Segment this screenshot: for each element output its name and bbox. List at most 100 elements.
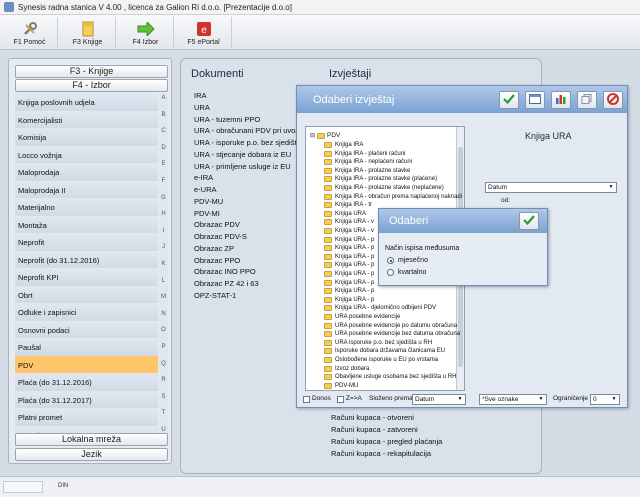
report-item[interactable]: Računi kupaca - zatvoreni: [331, 425, 418, 434]
letter-index-item[interactable]: O: [159, 327, 168, 333]
tree-root[interactable]: ⊟ PDV: [310, 132, 340, 139]
document-item[interactable]: PDV-MI: [194, 209, 220, 218]
help-button[interactable]: F1 Pomoć: [2, 17, 58, 48]
tree-item[interactable]: Knjiga IRA - prolazne stavke (plaćene): [324, 176, 437, 183]
ogranicenje-select[interactable]: 0 ▼: [590, 394, 620, 405]
letter-index-item[interactable]: C: [159, 128, 168, 134]
report-item[interactable]: Računi kupaca - rekapitulacija: [331, 449, 431, 458]
document-item[interactable]: e-URA: [194, 185, 217, 194]
izbor-header-button[interactable]: F4 - Izbor: [15, 79, 168, 92]
letter-index-item[interactable]: G: [159, 195, 168, 201]
document-item[interactable]: Obrazac ZP: [194, 244, 234, 253]
document-item[interactable]: URA - obračunani PDV pri uvozu: [194, 126, 303, 135]
letter-index-item[interactable]: D: [159, 145, 168, 151]
letter-index-item[interactable]: N: [159, 311, 168, 317]
lokalna-mreza-button[interactable]: Lokalna mreža: [15, 433, 168, 446]
tree-item[interactable]: Izvoz dobara: [324, 365, 369, 372]
tree-item[interactable]: Knjiga URA - p: [324, 288, 374, 295]
document-item[interactable]: URA - isporuke p.o. bez sjedišta: [194, 138, 301, 147]
folder-icon: [324, 228, 332, 234]
tree-item[interactable]: Knjiga URA - p: [324, 253, 374, 260]
donos-checkbox[interactable]: [303, 396, 310, 403]
confirm-button[interactable]: [499, 91, 519, 109]
letter-index-item[interactable]: H: [159, 211, 168, 217]
tree-item[interactable]: Knjiga URA - djelomično odbijeni PDV: [324, 305, 436, 312]
tree-item[interactable]: Knjiga URA: [324, 210, 366, 217]
radio-button[interactable]: [387, 269, 394, 276]
letter-index-item[interactable]: Q: [159, 361, 168, 367]
tree-item[interactable]: Obavljene usluge osobama bez sjedišta u …: [324, 374, 456, 381]
letter-index-item[interactable]: E: [159, 161, 168, 167]
option-kvartalno[interactable]: kvartalno: [387, 269, 426, 276]
document-item[interactable]: Obrazac PPO: [194, 256, 240, 265]
confirm-button[interactable]: [519, 212, 539, 230]
letter-index-item[interactable]: I: [159, 228, 168, 234]
document-item[interactable]: URA - primljene usluge iz EU: [194, 162, 291, 171]
tree-item[interactable]: Knjiga IRA: [324, 142, 363, 148]
tree-item[interactable]: Knjiga URA - v: [324, 228, 374, 234]
collapse-icon[interactable]: ⊟: [310, 132, 315, 139]
letter-index-item[interactable]: S: [159, 394, 168, 400]
eportal-icon: e: [195, 21, 213, 37]
document-item[interactable]: e-IRA: [194, 173, 213, 182]
tree-item[interactable]: Knjiga IRA - prolazne stavke (neplaćene): [324, 185, 444, 191]
knjige-button[interactable]: F3 Knjige: [60, 17, 116, 48]
table-view-button[interactable]: [525, 91, 545, 109]
letter-index-item[interactable]: A: [159, 95, 168, 101]
tree-item[interactable]: Knjiga URA - v: [324, 219, 374, 226]
tree-item[interactable]: Knjiga URA - p: [324, 279, 374, 286]
letter-index-item[interactable]: F: [159, 178, 168, 184]
izbor-button[interactable]: F4 Izbor: [118, 17, 174, 48]
copy-button[interactable]: [577, 91, 597, 109]
tree-item[interactable]: URA posebne evidencije po datumu obračun…: [324, 322, 457, 329]
cancel-button[interactable]: [603, 91, 623, 109]
tree-item[interactable]: Knjiga URA - p: [324, 236, 374, 243]
tree-item[interactable]: URA posebne evidencije bez datuma obraču…: [324, 331, 460, 338]
report-item[interactable]: Računi kupaca - otvoreni: [331, 413, 414, 422]
letter-index-item[interactable]: T: [159, 410, 168, 416]
jezik-button[interactable]: Jezik: [15, 448, 168, 461]
tree-item[interactable]: PDV-MU: [324, 382, 358, 389]
document-item[interactable]: URA - tuzemni PPO: [194, 115, 260, 124]
datum-select[interactable]: Datum ▼: [485, 182, 617, 193]
report-item[interactable]: Računi kupaca - pregled plaćanja: [331, 437, 442, 446]
tree-item[interactable]: Knjiga IRA - obračun prema naplaćenoj na…: [324, 193, 462, 200]
document-item[interactable]: IRA: [194, 91, 207, 100]
letter-index-item[interactable]: M: [159, 294, 168, 300]
document-item[interactable]: Obrazac PDV-S: [194, 232, 247, 241]
tree-item[interactable]: Knjiga URA - p: [324, 296, 374, 303]
document-item[interactable]: Obrazac INO PPO: [194, 267, 256, 276]
document-item[interactable]: Obrazac PZ 42 i 63: [194, 279, 259, 288]
tree-item[interactable]: Knjiga IRA - neplaćeni računi: [324, 159, 412, 166]
document-item[interactable]: URA - stjecanje dobara iz EU: [194, 150, 291, 159]
slozeno-select[interactable]: Datum ▼: [412, 394, 466, 405]
tree-item[interactable]: Knjiga IRA - plaćeni računi: [324, 150, 405, 157]
radio-button[interactable]: [387, 257, 394, 264]
knjige-header-button[interactable]: F3 - Knjige: [15, 65, 168, 78]
tree-item[interactable]: Knjiga URA - p: [324, 262, 374, 269]
tree-item[interactable]: URA posebne evidencije: [324, 314, 400, 320]
document-item[interactable]: URA: [194, 103, 210, 112]
letter-index-item[interactable]: L: [159, 278, 168, 284]
tree-item[interactable]: Oslobođene isporuke u EU po vrstama: [324, 357, 438, 363]
letter-index-item[interactable]: J: [159, 244, 168, 250]
oznake-select[interactable]: *Sve oznake ▼: [479, 394, 547, 405]
letter-index-item[interactable]: R: [159, 377, 168, 383]
document-item[interactable]: OPZ-STAT-1: [194, 291, 236, 300]
letter-index-item[interactable]: P: [159, 344, 168, 350]
selected-book-label: Knjiga URA: [525, 131, 572, 141]
eportal-button[interactable]: e F5 ePortal: [176, 17, 232, 48]
letter-index-item[interactable]: B: [159, 112, 168, 118]
tree-item[interactable]: Knjiga URA - p: [324, 271, 374, 277]
document-item[interactable]: Obrazac PDV: [194, 220, 240, 229]
tree-item[interactable]: Knjiga IRA - prolazne stavke: [324, 167, 410, 174]
zaa-checkbox[interactable]: [337, 396, 344, 403]
tree-item[interactable]: URA isporuke p.o. bez sjedišta u RH: [324, 339, 432, 346]
chart-button[interactable]: [551, 91, 571, 109]
option-mjesecno[interactable]: mjesečno: [387, 257, 428, 264]
tree-item[interactable]: Knjiga IRA - tr: [324, 202, 372, 209]
document-item[interactable]: PDV-MU: [194, 197, 223, 206]
tree-item[interactable]: Knjiga URA - p: [324, 245, 374, 252]
tree-item[interactable]: Isporuke dobara državama članicama EU: [324, 348, 445, 355]
letter-index-item[interactable]: K: [159, 261, 168, 267]
